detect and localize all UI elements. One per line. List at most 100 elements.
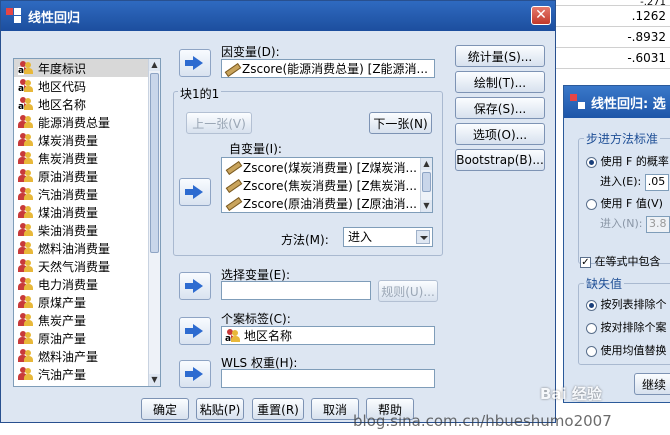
scroll-up-icon[interactable]: ▲ bbox=[421, 158, 432, 170]
use-f-value-option[interactable]: 使用 F 值(V) bbox=[586, 195, 663, 211]
reset-button[interactable]: 重置(R) bbox=[252, 398, 304, 420]
background-spreadsheet: -.271 .1262 -.8932 -.6031 bbox=[553, 0, 670, 88]
pairwise-option[interactable]: 按对排除个案 bbox=[586, 319, 667, 335]
independent-item[interactable]: Zscore(焦炭消费量) [Z焦炭消... bbox=[222, 176, 432, 194]
scroll-down-icon[interactable]: ▼ bbox=[421, 200, 432, 212]
mean-substitution-option[interactable]: 使用均值替换 bbox=[586, 342, 667, 358]
right-arrow-icon bbox=[185, 324, 203, 338]
ok-button[interactable]: 确定 bbox=[141, 398, 189, 420]
checkbox-checked-icon: ✓ bbox=[580, 256, 591, 268]
options-dialog-titlebar: 线性回归: 选 bbox=[564, 86, 670, 118]
previous-block-button[interactable]: 上一张(V) bbox=[186, 112, 252, 134]
bootstrap-button[interactable]: Bootstrap(B)... bbox=[455, 149, 545, 171]
options-button[interactable]: 选项(O)... bbox=[455, 123, 545, 145]
variable-list[interactable]: a 年度标识 a 地区代码 a 地区名称 能源消费总量 煤炭消费量 焦炭消费量原油消费量 汽油消费… bbox=[13, 58, 161, 387]
variable-list-item-label: 焦炭产量 bbox=[38, 313, 87, 328]
variable-list-item-label: 燃料油产量 bbox=[38, 349, 99, 364]
scroll-up-icon[interactable]: ▲ bbox=[149, 59, 160, 71]
use-f-prob-option[interactable]: 使用 F 的概率 bbox=[586, 153, 669, 169]
right-arrow-icon bbox=[185, 279, 203, 293]
close-button[interactable]: ✕ bbox=[531, 6, 551, 25]
variable-list-item[interactable]: 原油消费量 bbox=[14, 167, 160, 185]
scroll-thumb[interactable] bbox=[422, 172, 431, 192]
move-to-dependent-button[interactable] bbox=[179, 49, 211, 77]
sheet-cell: -.8932 bbox=[553, 27, 670, 48]
move-to-selection-button[interactable] bbox=[179, 272, 211, 300]
independent-item[interactable]: Zscore(煤炭消费量) [Z煤炭消... bbox=[222, 158, 432, 176]
save-button[interactable]: 保存(S)... bbox=[455, 97, 545, 119]
entry2-label: 进入(N): bbox=[600, 217, 643, 230]
radio-icon bbox=[586, 299, 597, 311]
scroll-down-icon[interactable]: ▼ bbox=[149, 374, 160, 386]
entry-input[interactable]: .05 bbox=[644, 173, 669, 191]
include-constant-option[interactable]: ✓ 在等式中包含 bbox=[580, 253, 661, 269]
block-label: 块1的1 bbox=[178, 85, 222, 102]
selection-field[interactable] bbox=[221, 281, 371, 300]
scale-variable-icon bbox=[18, 331, 34, 345]
case-label-field[interactable]: a 地区名称 bbox=[221, 326, 435, 345]
variable-list-item[interactable]: 原油产量 bbox=[14, 329, 160, 347]
independent-list-scrollbar[interactable]: ▲ ▼ bbox=[420, 158, 432, 212]
move-to-wls-button[interactable] bbox=[179, 360, 211, 388]
method-select[interactable]: 进入 bbox=[343, 227, 433, 247]
independent-item-label: Zscore(焦炭消费量) [Z焦炭消... bbox=[243, 178, 417, 193]
variable-list-item[interactable]: 原煤产量 bbox=[14, 293, 160, 311]
listwise-label: 按列表排除个 bbox=[600, 298, 667, 311]
variable-list-item[interactable]: a 年度标识 bbox=[14, 59, 160, 77]
paste-button[interactable]: 粘贴(P) bbox=[196, 398, 244, 420]
statistics-button[interactable]: 统计量(S)... bbox=[455, 45, 545, 67]
dialog-titlebar: 线性回归 bbox=[1, 1, 555, 31]
dependent-field[interactable]: Zscore(能源消费总量) [Z能源消... bbox=[221, 59, 435, 78]
right-arrow-icon bbox=[185, 185, 203, 199]
radio-icon bbox=[586, 345, 597, 357]
entry2-input[interactable]: 3.8 bbox=[646, 215, 670, 233]
independent-list[interactable]: Zscore(煤炭消费量) [Z煤炭消... Zscore(焦炭消费量) [Z焦… bbox=[221, 157, 433, 213]
variable-list-item[interactable]: 汽油产量 bbox=[14, 365, 160, 383]
independent-item[interactable]: Zscore(原油消费量) [Z原油消... bbox=[222, 194, 432, 212]
plots-button[interactable]: 绘制(T)... bbox=[455, 71, 545, 93]
entry-row: 进入(E): .05 bbox=[600, 173, 669, 191]
variable-list-item[interactable]: 电力消费量 bbox=[14, 275, 160, 293]
scroll-thumb[interactable] bbox=[150, 73, 159, 253]
variable-list-item[interactable]: 煤炭消费量 bbox=[14, 131, 160, 149]
missing-values-title: 缺失值 bbox=[584, 275, 625, 292]
sheet-cell: -.6031 bbox=[553, 48, 670, 69]
variable-list-item[interactable]: a 地区代码 bbox=[14, 77, 160, 95]
cancel-button[interactable]: 取消 bbox=[311, 398, 359, 420]
nominal-variable-icon: a bbox=[18, 61, 34, 76]
variable-list-item[interactable]: 燃料油消费量 bbox=[14, 239, 160, 257]
scale-variable-icon bbox=[226, 197, 240, 209]
variable-list-item[interactable]: 焦炭产量 bbox=[14, 311, 160, 329]
independent-item-label: Zscore(煤炭消费量) [Z煤炭消... bbox=[243, 160, 417, 175]
continue-button[interactable]: 继续 bbox=[634, 373, 670, 395]
move-to-case-label-button[interactable] bbox=[179, 317, 211, 345]
variable-list-item[interactable]: 燃料油产量 bbox=[14, 347, 160, 365]
scale-variable-icon bbox=[226, 179, 240, 191]
variable-list-scrollbar[interactable]: ▲ ▼ bbox=[148, 59, 160, 386]
variable-list-item[interactable]: 柴油消费量 bbox=[14, 221, 160, 239]
radio-icon bbox=[586, 156, 597, 168]
scale-variable-icon bbox=[18, 169, 34, 183]
variable-list-item[interactable]: 能源消费总量 bbox=[14, 113, 160, 131]
variable-list-item[interactable]: a 地区名称 bbox=[14, 95, 160, 113]
scale-variable-icon bbox=[18, 241, 34, 255]
rule-button[interactable]: 规则(U)... bbox=[378, 280, 438, 302]
variable-list-item[interactable]: 焦炭消费量 bbox=[14, 149, 160, 167]
variable-list-item[interactable]: 天然气消费量 bbox=[14, 257, 160, 275]
scale-variable-icon bbox=[18, 115, 34, 129]
entry-label: 进入(E): bbox=[600, 175, 642, 188]
variable-list-item-label: 天然气消费量 bbox=[38, 259, 111, 274]
variable-list-item[interactable]: 汽油消费量 bbox=[14, 185, 160, 203]
variable-list-item[interactable]: 煤油消费量 bbox=[14, 203, 160, 221]
pairwise-label: 按对排除个案 bbox=[600, 321, 667, 334]
blog-watermark: blog.sina.com.cn/hbueshumo2007 bbox=[353, 412, 612, 430]
next-block-button[interactable]: 下一张(N) bbox=[369, 112, 432, 134]
listwise-option[interactable]: 按列表排除个 bbox=[586, 296, 667, 312]
move-to-independent-button[interactable] bbox=[179, 178, 211, 206]
scale-variable-icon bbox=[18, 277, 34, 291]
wls-field[interactable] bbox=[221, 369, 435, 388]
scale-variable-icon bbox=[18, 205, 34, 219]
dependent-value: Zscore(能源消费总量) [Z能源消... bbox=[242, 62, 428, 76]
variable-list-item-label: 原油消费量 bbox=[38, 169, 99, 184]
nominal-variable-icon: a bbox=[18, 97, 34, 112]
